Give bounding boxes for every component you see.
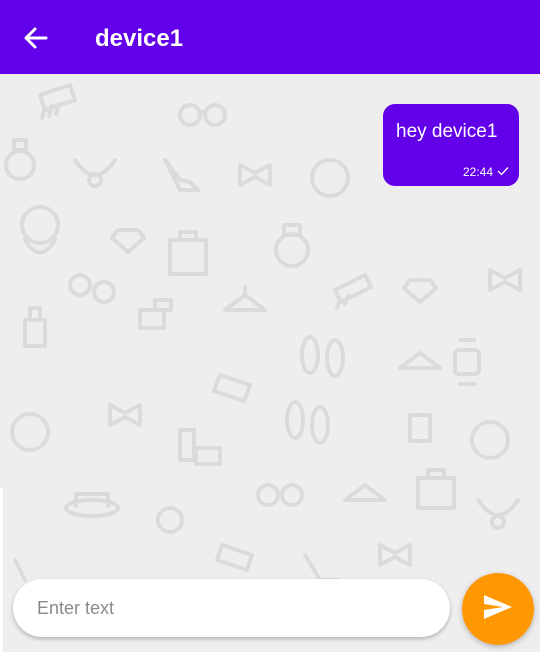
send-button[interactable] xyxy=(462,573,534,645)
flip-flops-icon xyxy=(300,335,345,378)
high-heel-icon xyxy=(163,158,200,192)
check-icon xyxy=(497,165,509,179)
watch-icon xyxy=(453,338,481,386)
necklace-icon xyxy=(73,158,117,188)
message-time: 22:44 xyxy=(462,165,493,179)
shopping-bag-icon xyxy=(168,230,208,276)
left-edge-strip xyxy=(0,488,3,652)
outgoing-message-bubble[interactable]: hey device1 22:44 xyxy=(383,104,519,186)
lipstick-icon xyxy=(23,306,47,348)
message-input[interactable] xyxy=(35,596,429,620)
chat-title: device1 xyxy=(95,25,184,52)
app-bar: device1 xyxy=(0,0,540,74)
message-meta: 22:44 xyxy=(463,165,509,179)
diamond-icon xyxy=(110,228,146,254)
hat-icon xyxy=(310,158,350,198)
hanger-icon xyxy=(223,285,267,312)
arrow-left-icon[interactable] xyxy=(22,24,50,52)
sunglasses-icon xyxy=(178,103,227,127)
message-text: hey device1 xyxy=(396,121,498,142)
comb-icon xyxy=(38,83,77,120)
send-icon xyxy=(481,590,515,629)
perfume-icon xyxy=(4,138,36,181)
message-composer xyxy=(13,579,450,637)
bow-tie-icon xyxy=(238,163,272,187)
